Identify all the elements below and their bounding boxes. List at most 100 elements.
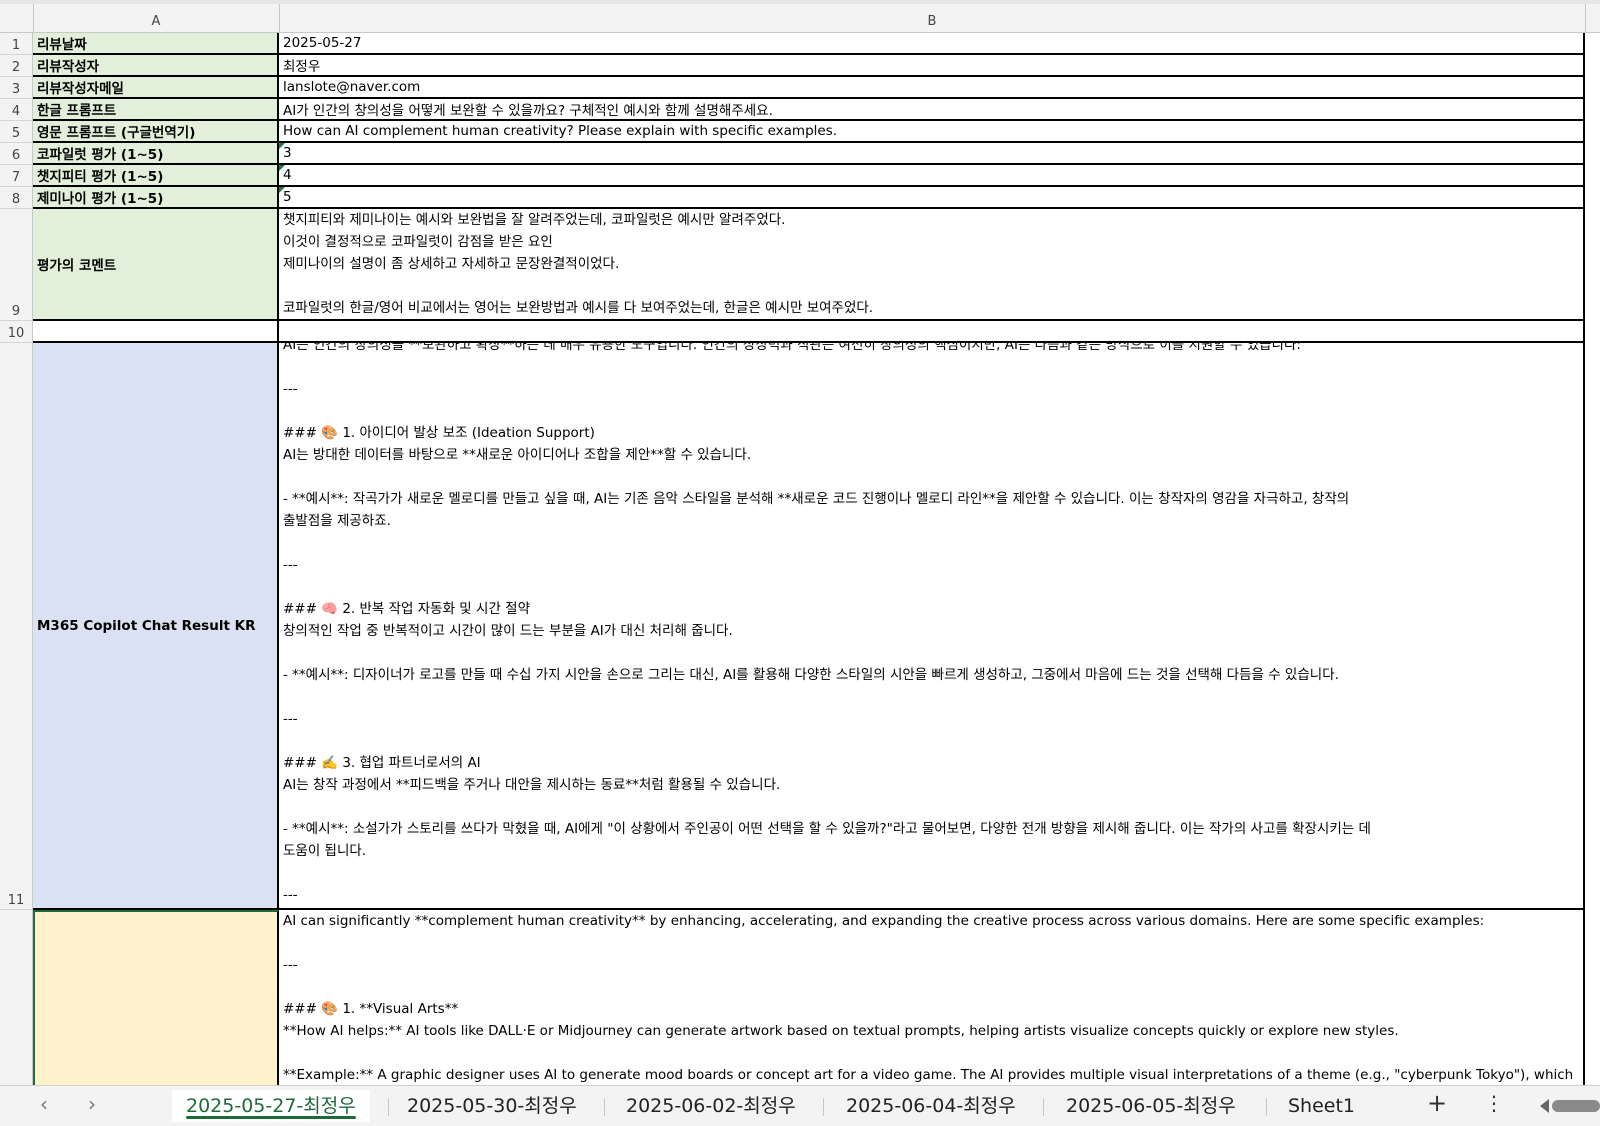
cell-line	[283, 976, 1579, 998]
sheet-tab-bar: ‹ › 2025-05-27-최정우 2025-05-30-최정우 2025-0…	[0, 1085, 1600, 1126]
number-as-text-marker	[279, 187, 285, 193]
row-header[interactable]: 3	[0, 77, 33, 99]
cell-line: AI는 창작 과정에서 **피드백을 주거나 대안을 제시하는 동료**처럼 활…	[283, 777, 781, 793]
copilot-en-result-cell[interactable]: AI can significantly **complement human …	[279, 910, 1585, 1085]
cell-label[interactable]: 제미나이 평가 (1~5)	[33, 187, 279, 209]
row-header[interactable]: 2	[0, 55, 33, 77]
cell-line: ---	[283, 381, 298, 397]
row-header[interactable]: 6	[0, 143, 33, 165]
plus-icon[interactable]: +	[1427, 1089, 1447, 1117]
cell-line: 코파일럿의 한글/영어 비교에서는 영어는 보완방법과 예시를 다 보여주었는데…	[283, 300, 874, 316]
cell-line	[283, 400, 1579, 422]
cell-line: ---	[283, 957, 298, 973]
row-header[interactable]: 9	[0, 209, 33, 321]
cell-line: ### ✍️ 3. 협업 파트너로서의 AI	[283, 755, 481, 771]
cell-label[interactable]: 리뷰작성자메일	[33, 77, 279, 99]
cell-label-selected[interactable]	[33, 910, 279, 1085]
row-header[interactable]: 11	[0, 343, 33, 910]
cell-label[interactable]: 코파일럿 평가 (1~5)	[33, 143, 279, 165]
cell-line: 출발점을 제공하죠.	[283, 513, 391, 529]
cell-line	[283, 576, 1579, 598]
tab-separator	[388, 1098, 389, 1116]
cell-line: 도움이 됩니다.	[283, 843, 367, 859]
column-header-b[interactable]: B	[279, 4, 1586, 32]
column-header-bar: A B	[0, 4, 1600, 33]
cell-line: AI can significantly **complement human …	[283, 913, 1485, 929]
row-header[interactable]: 5	[0, 121, 33, 143]
cell-label[interactable]: 한글 프롬프트	[33, 99, 279, 121]
cell-line	[283, 686, 1579, 708]
cell-empty[interactable]	[279, 321, 1585, 343]
cell-value[interactable]: AI가 인간의 창의성을 어떻게 보완할 수 있을까요? 구체적인 예시와 함께…	[279, 99, 1585, 121]
copilot-kr-result-cell[interactable]: AI는 인간의 창의성을 **보완하고 확장**하는 데 매우 유용한 도구입니…	[279, 343, 1585, 910]
number-as-text-marker	[279, 143, 285, 149]
tab-separator	[1043, 1098, 1044, 1116]
cell-line: 창의적인 작업 중 반복적이고 시간이 많이 드는 부분을 AI가 대신 처리해…	[283, 623, 733, 639]
cell-line: - **예시**: 소설가가 스토리를 쓰다가 막혔을 때, AI에게 "이 상…	[283, 821, 1371, 837]
sheet-tab-2025-06-02[interactable]: 2025-06-02-최정우	[612, 1090, 810, 1122]
cell-line: ---	[283, 557, 298, 573]
cell-value[interactable]: 3	[279, 143, 1585, 165]
sheet-tab-2025-06-04[interactable]: 2025-06-04-최정우	[832, 1090, 1030, 1122]
sheet-tab-2025-05-27[interactable]: 2025-05-27-최정우	[172, 1090, 370, 1122]
cell-value[interactable]: 2025-05-27	[279, 33, 1585, 55]
horizontal-scrollbar[interactable]	[1540, 1099, 1600, 1113]
cell-line: 챗지피티와 제미나이는 예시와 보완법을 잘 알려주었는데, 코파일럿은 예시만…	[283, 212, 786, 228]
cell-label[interactable]: M365 Copilot Chat Result KR	[33, 343, 279, 910]
column-header-a[interactable]: A	[33, 4, 280, 32]
cell-line: 제미나이의 설명이 좀 상세하고 자세하고 문장완결적이었다.	[283, 256, 620, 272]
number-as-text-marker	[279, 165, 285, 171]
cell-line: ---	[283, 887, 298, 903]
comment-cell[interactable]: 챗지피티와 제미나이는 예시와 보완법을 잘 알려주었는데, 코파일럿은 예시만…	[279, 209, 1585, 321]
cell-line	[283, 862, 1579, 884]
select-all-corner[interactable]	[0, 4, 34, 32]
cell-line: - **예시**: 작곡가가 새로운 멜로디를 만들고 싶을 때, AI는 기존…	[283, 491, 1350, 507]
cell-line	[283, 642, 1579, 664]
cell-line: AI는 방대한 데이터를 바탕으로 **새로운 아이디어나 조합을 제안**할 …	[283, 447, 752, 463]
row-header[interactable]: 8	[0, 187, 33, 209]
cell-line: **How AI helps:** AI tools like DALL·E o…	[283, 1023, 1399, 1039]
cell-label[interactable]: 영문 프롬프트 (구글번역기)	[33, 121, 279, 143]
spreadsheet-grid: 1 2 3 4 5 6 7 8 9 10 11 리뷰날짜 2025-05-27 …	[0, 33, 1600, 1085]
cell-line: AI는 인간의 창의성을 **보완하고 확장**하는 데 매우 유용한 도구입니…	[283, 343, 1301, 353]
cell-line: **Example:** A graphic designer uses AI …	[283, 1067, 1574, 1083]
cell-label[interactable]: 챗지피티 평가 (1~5)	[33, 165, 279, 187]
cell-line: 이것이 결정적으로 코파일럿이 감점을 받은 요인	[283, 234, 553, 250]
cell-line	[283, 1042, 1579, 1064]
row-header[interactable]: 4	[0, 99, 33, 121]
tab-separator	[604, 1098, 605, 1116]
cell-empty[interactable]	[33, 321, 279, 343]
scroll-left-arrow-icon[interactable]	[1540, 1099, 1549, 1113]
chevron-right-icon[interactable]: ›	[88, 1092, 96, 1116]
sheet-tab-2025-05-30[interactable]: 2025-05-30-최정우	[393, 1090, 591, 1122]
cell-value[interactable]: 최정우	[279, 55, 1585, 77]
scrollbar-thumb[interactable]	[1552, 1100, 1600, 1112]
cell-line: - **예시**: 디자이너가 로고를 만들 때 수십 가지 시안을 손으로 그…	[283, 667, 1339, 683]
cell-value[interactable]: lanslote@naver.com	[279, 77, 1585, 99]
cell-line	[283, 796, 1579, 818]
cell-value[interactable]: How can AI complement human creativity? …	[279, 121, 1585, 143]
cell-value[interactable]: 5	[279, 187, 1585, 209]
cell-value[interactable]: 4	[279, 165, 1585, 187]
row-header[interactable]: 10	[0, 321, 33, 343]
cell-line	[283, 932, 1579, 954]
chevron-left-icon[interactable]: ‹	[40, 1092, 48, 1116]
cell-line: ### 🎨 1. **Visual Arts**	[283, 1001, 459, 1017]
sheet-tab-sheet1[interactable]: Sheet1	[1274, 1090, 1369, 1122]
row-header[interactable]	[0, 910, 33, 1085]
cell-line	[283, 275, 1579, 297]
cell-line: ### 🎨 1. 아이디어 발상 보조 (Ideation Support)	[283, 425, 595, 441]
cell-line: ### 🧠 2. 반복 작업 자동화 및 시간 절약	[283, 601, 530, 617]
cell-line	[283, 356, 1579, 378]
more-vertical-icon[interactable]: ⋮	[1484, 1091, 1504, 1115]
cell-label[interactable]: 평가의 코멘트	[33, 209, 279, 321]
cell-line: ---	[283, 711, 298, 727]
tab-separator	[1266, 1098, 1267, 1116]
row-header[interactable]: 7	[0, 165, 33, 187]
cell-label[interactable]: 리뷰작성자	[33, 55, 279, 77]
cell-line	[283, 466, 1579, 488]
cell-line	[283, 730, 1579, 752]
row-header[interactable]: 1	[0, 33, 33, 55]
sheet-tab-2025-06-05[interactable]: 2025-06-05-최정우	[1052, 1090, 1250, 1122]
cell-label[interactable]: 리뷰날짜	[33, 33, 279, 55]
